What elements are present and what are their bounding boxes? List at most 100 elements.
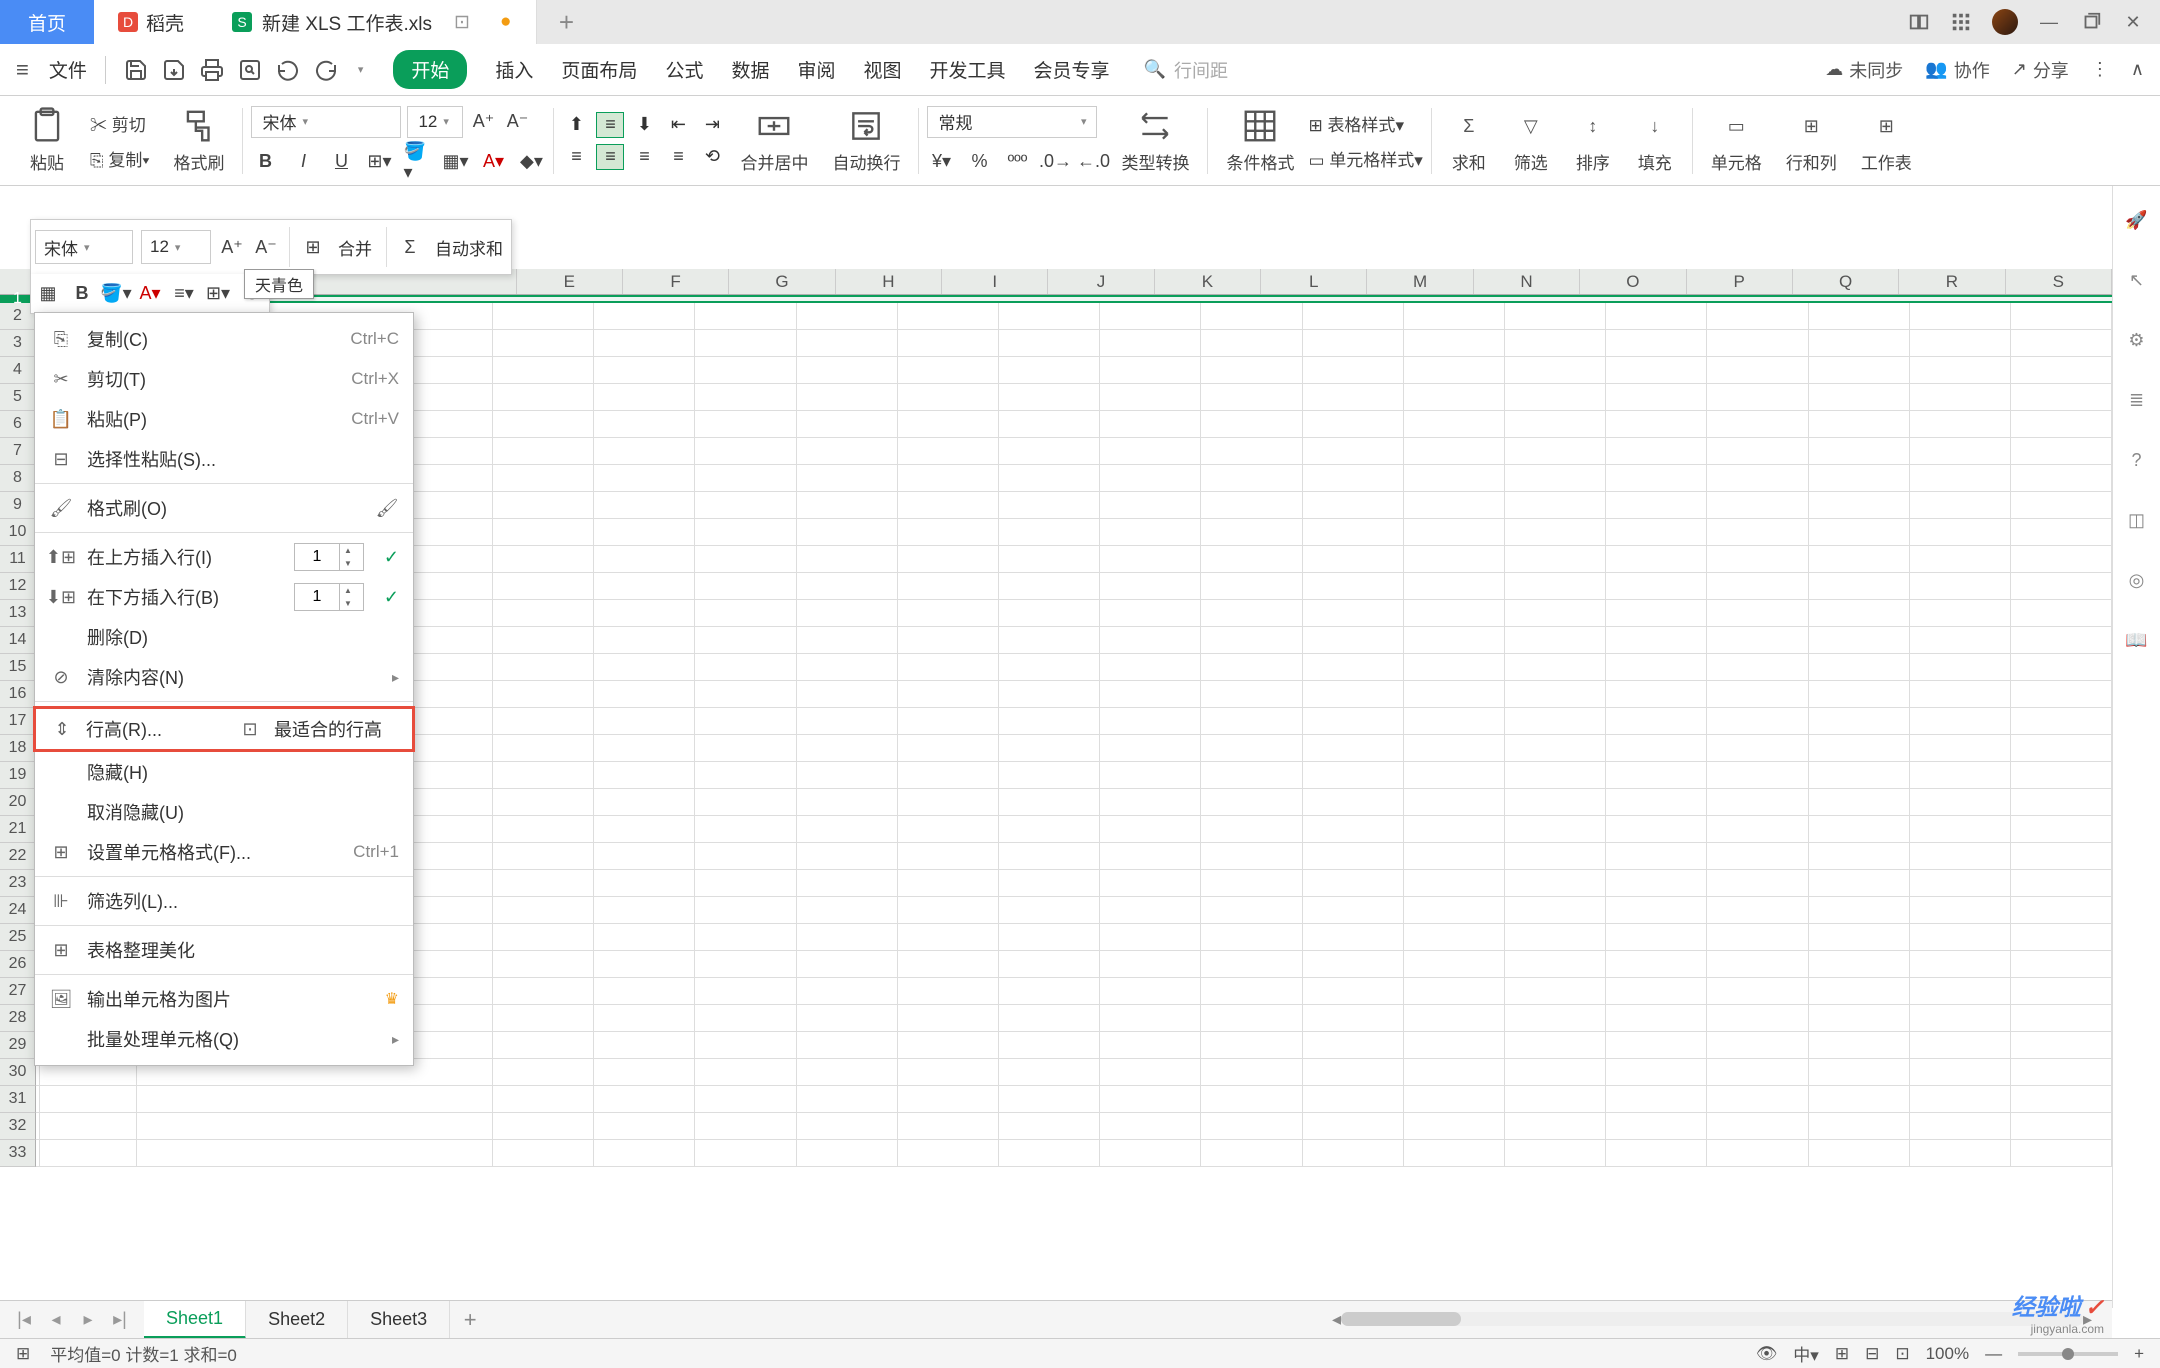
mtab-view[interactable]: 视图 (863, 52, 901, 87)
mini-font-size[interactable]: 12▾ (141, 230, 211, 264)
comma-button[interactable]: ººº (1003, 148, 1031, 176)
sheet-first[interactable]: |◂ (12, 1308, 36, 1332)
cell-row[interactable] (36, 1140, 2112, 1167)
ctx-batch[interactable]: 批量处理单元格(Q)▸ (35, 1019, 413, 1059)
col-header[interactable]: I (942, 269, 1048, 294)
dec-dec-button[interactable]: ←.0 (1079, 148, 1107, 176)
tab-home[interactable]: 首页 (0, 0, 94, 44)
col-header[interactable]: K (1155, 269, 1261, 294)
new-tab-button[interactable]: + (537, 7, 597, 38)
cut-button[interactable]: ✂ 剪切 (90, 111, 146, 136)
minimize-icon[interactable]: — (2038, 11, 2060, 33)
file-menu[interactable]: 文件 (49, 56, 87, 83)
ctx-insert-above[interactable]: ⬆⊞在上方插入行(I)▲▼✓ (35, 537, 413, 577)
ctx-clear[interactable]: ⊘清除内容(N)▸ (35, 657, 413, 697)
cell-shade-button[interactable]: ▦▾ (441, 148, 469, 176)
row-header[interactable]: 3 (0, 330, 36, 357)
col-header[interactable]: P (1687, 269, 1793, 294)
redo-icon[interactable] (314, 58, 338, 82)
row-header[interactable]: 17 (0, 708, 36, 735)
mtab-dev[interactable]: 开发工具 (930, 52, 1006, 87)
row-header[interactable]: 11 (0, 546, 36, 573)
sync-status[interactable]: ☁ 未同步 (1825, 57, 1903, 83)
selected-row[interactable] (36, 295, 2112, 303)
dec-inc-button[interactable]: .0→ (1041, 148, 1069, 176)
add-sheet-button[interactable]: + (450, 1307, 490, 1333)
wrap-icon[interactable] (847, 107, 885, 145)
highlight-button[interactable]: ◆▾ (517, 148, 545, 176)
zoom-value[interactable]: 100% (1926, 1344, 1969, 1364)
worksheet-icon[interactable]: ⊞ (1867, 107, 1905, 145)
font-color-button[interactable]: A▾ (479, 148, 507, 176)
sb-help-icon[interactable]: ? (2123, 446, 2151, 474)
tab-doke[interactable]: D 稻壳 (94, 0, 208, 44)
row-header[interactable]: 20 (0, 789, 36, 816)
saveas-icon[interactable] (162, 58, 186, 82)
fill-color-button[interactable]: 🪣▾ (403, 148, 431, 176)
eye-icon[interactable]: 👁 (1756, 1344, 1778, 1364)
border-button[interactable]: ⊞▾ (365, 148, 393, 176)
zoom-slider[interactable] (2018, 1352, 2118, 1356)
row-header[interactable]: 32 (0, 1113, 36, 1140)
check-icon[interactable]: ✓ (384, 547, 399, 568)
col-header[interactable]: R (1899, 269, 2005, 294)
rowcol-icon[interactable]: ⊞ (1792, 107, 1830, 145)
hamburger-icon[interactable]: ≡ (16, 57, 29, 83)
sb-settings-icon[interactable]: ⚙ (2123, 326, 2151, 354)
mini-bold[interactable]: B (65, 277, 99, 311)
avatar[interactable] (1992, 9, 2018, 35)
check-icon[interactable]: ✓ (384, 587, 399, 608)
more-icon[interactable]: ⋮ (2091, 59, 2109, 80)
search-box[interactable]: 🔍 行间距 (1144, 57, 1228, 83)
row-header[interactable]: 13 (0, 600, 36, 627)
indent-dec[interactable]: ⇤ (664, 112, 692, 138)
sheet-tab-3[interactable]: Sheet3 (348, 1301, 450, 1339)
ctx-paste[interactable]: 📋粘贴(P)Ctrl+V (35, 399, 413, 439)
filter-icon[interactable]: ▽ (1512, 107, 1550, 145)
align-top[interactable]: ⬆ (562, 112, 590, 138)
sb-target-icon[interactable]: ◎ (2123, 566, 2151, 594)
cell-icon[interactable]: ▭ (1717, 107, 1755, 145)
row-header[interactable]: 8 (0, 465, 36, 492)
row-header[interactable]: 31 (0, 1086, 36, 1113)
window-snap-icon[interactable] (1908, 11, 1930, 33)
close-icon[interactable]: ✕ (2122, 11, 2144, 33)
col-header[interactable]: J (1048, 269, 1154, 294)
row-header[interactable]: 29 (0, 1032, 36, 1059)
paste-label[interactable]: 粘贴 (30, 149, 64, 174)
ctx-insert-below[interactable]: ⬇⊞在下方插入行(B)▲▼✓ (35, 577, 413, 617)
col-header[interactable]: O (1580, 269, 1686, 294)
ctx-unhide[interactable]: 取消隐藏(U) (35, 792, 413, 832)
col-header[interactable]: S (2006, 269, 2112, 294)
underline-button[interactable]: U (327, 148, 355, 176)
typeconv-icon[interactable] (1136, 107, 1174, 145)
italic-button[interactable]: I (289, 148, 317, 176)
fill-icon[interactable]: ↓ (1636, 107, 1674, 145)
row-header[interactable]: 28 (0, 1005, 36, 1032)
row-header[interactable]: 5 (0, 384, 36, 411)
col-header[interactable]: Q (1793, 269, 1899, 294)
row-header[interactable]: 16 (0, 681, 36, 708)
ctx-beautify[interactable]: ⊞表格整理美化 (35, 930, 413, 970)
ctx-cut[interactable]: ✂剪切(T)Ctrl+X (35, 359, 413, 399)
row-header[interactable]: 22 (0, 843, 36, 870)
maximize-icon[interactable] (2080, 11, 2102, 33)
preview-icon[interactable] (238, 58, 262, 82)
sheet-last[interactable]: ▸| (108, 1308, 132, 1332)
sb-layers-icon[interactable]: ≣ (2123, 386, 2151, 414)
lang-icon[interactable]: 中▾ (1793, 1341, 1819, 1366)
row-header[interactable]: 19 (0, 762, 36, 789)
mini-fontcolor[interactable]: A▾ (133, 277, 167, 311)
row-header[interactable]: 18 (0, 735, 36, 762)
row-header[interactable]: 6 (0, 411, 36, 438)
font-shrink-icon[interactable]: A⁻ (503, 108, 531, 136)
condfmt-icon[interactable] (1241, 107, 1279, 145)
row-header[interactable]: 26 (0, 951, 36, 978)
sb-select-icon[interactable]: ↖ (2123, 266, 2151, 294)
insert-below-spinner[interactable]: ▲▼ (294, 583, 364, 611)
row-header[interactable]: 14 (0, 627, 36, 654)
font-name-select[interactable]: 宋体▾ (251, 106, 401, 138)
row-header[interactable]: 24 (0, 897, 36, 924)
share-button[interactable]: ↗ 分享 (2012, 57, 2069, 83)
ctx-fmt-paint[interactable]: 🖌格式刷(O)🖌 (35, 488, 413, 528)
